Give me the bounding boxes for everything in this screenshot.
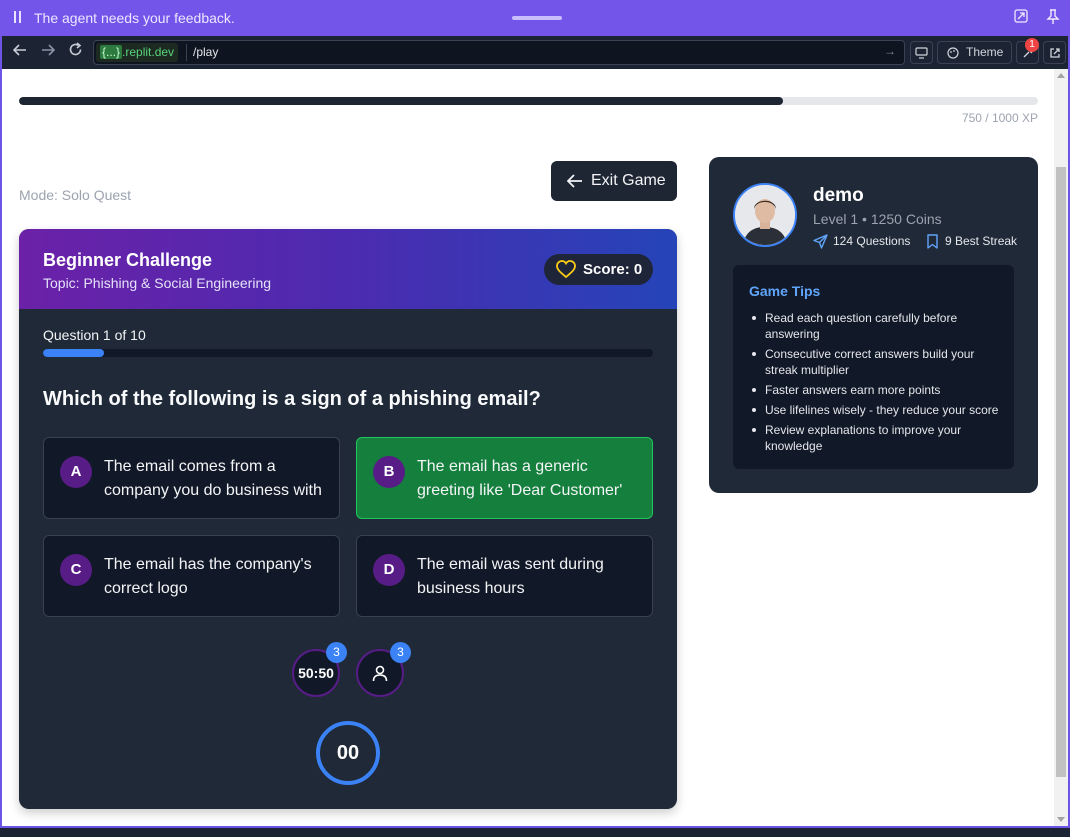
option-text: The email has the company's correct logo [104, 556, 312, 597]
user-icon [372, 665, 388, 682]
game-tips-title: Game Tips [749, 283, 821, 299]
option-text: The email has a generic greeting like 'D… [417, 458, 623, 499]
theme-button[interactable]: Theme [937, 41, 1012, 64]
answer-option-b[interactable]: B The email has a generic greeting like … [356, 437, 653, 519]
url-path: /play [193, 45, 219, 59]
questions-count: 124 Questions [833, 234, 911, 248]
option-letter: A [60, 456, 92, 488]
quiz-title: Beginner Challenge [43, 250, 213, 270]
answer-option-d[interactable]: D The email was sent during business hou… [356, 535, 653, 617]
question-counter: Question 1 of 10 [43, 327, 146, 343]
option-letter: C [60, 554, 92, 586]
score-badge: Score: 0 [544, 254, 653, 285]
fifty-fifty-label: 50:50 [298, 665, 334, 681]
xp-text: 750 / 1000 XP [961, 111, 1038, 125]
url-domain: {...} .replit.dev [96, 43, 179, 62]
option-text: The email was sent during business hours [417, 556, 604, 597]
answer-option-c[interactable]: C The email has the company's correct lo… [43, 535, 340, 617]
answer-option-a[interactable]: A The email comes from a company you do … [43, 437, 340, 519]
heart-icon [556, 260, 576, 279]
theme-label: Theme [966, 45, 1004, 59]
forward-icon[interactable] [38, 42, 58, 62]
notification-badge: 1 [1025, 38, 1039, 52]
lifeline-count-badge: 3 [390, 642, 411, 663]
option-letter: D [373, 554, 405, 586]
game-mode: Mode: Solo Quest [19, 187, 132, 203]
back-icon[interactable] [10, 42, 30, 62]
game-tips-list: Read each question carefully before answ… [749, 310, 1003, 458]
streak-stat: 9 Best Streak [926, 234, 1018, 249]
tip-item: Consecutive correct answers build your s… [749, 346, 1003, 378]
app-page: 750 / 1000 XP Mode: Solo Quest Exit Game… [2, 69, 1068, 826]
profile-card: demo Level 1 • 1250 Coins 124 Questions … [709, 157, 1038, 493]
scroll-up-arrow[interactable] [1057, 73, 1065, 78]
player-level: Level 1 • 1250 Coins [813, 211, 942, 227]
open-external-icon[interactable] [1043, 41, 1066, 64]
palette-icon [947, 47, 959, 59]
option-text: The email comes from a company you do bu… [104, 458, 322, 499]
exit-game-button[interactable]: Exit Game [551, 161, 677, 201]
pin-icon[interactable] [1044, 9, 1062, 27]
reload-icon[interactable] [65, 42, 85, 62]
exit-game-label: Exit Game [591, 172, 666, 189]
arrow-left-icon [567, 174, 582, 188]
game-tips-panel: Game Tips Read each question carefully b… [733, 265, 1014, 469]
question-progress-bar [43, 349, 653, 357]
page-scrollbar[interactable] [1054, 69, 1068, 826]
tip-item: Use lifelines wisely - they reduce your … [749, 402, 1003, 418]
option-letter: B [373, 456, 405, 488]
drag-handle[interactable] [512, 16, 562, 20]
countdown-timer: 00 [316, 721, 380, 785]
lifeline-count-badge: 3 [326, 642, 347, 663]
agent-message: The agent needs your feedback. [34, 10, 235, 26]
devices-icon[interactable] [910, 41, 933, 64]
avatar [733, 183, 797, 247]
expand-icon[interactable] [1012, 9, 1030, 27]
browser-toolbar: {...} .replit.dev /play → Theme [0, 36, 1070, 69]
xp-progress-bar [19, 97, 1038, 105]
tip-item: Faster answers earn more points [749, 382, 1003, 398]
questions-stat: 124 Questions [813, 234, 911, 249]
pause-icon[interactable] [12, 11, 22, 25]
score-text: Score: 0 [583, 261, 643, 278]
bottom-strip [0, 826, 1070, 837]
ask-friend-lifeline-button[interactable]: 3 [356, 642, 411, 697]
bookmark-icon [927, 234, 938, 249]
scroll-down-arrow[interactable] [1057, 817, 1065, 822]
quiz-header: Beginner Challenge Topic: Phishing & Soc… [19, 229, 677, 309]
quiz-topic: Topic: Phishing & Social Engineering [43, 275, 272, 291]
go-arrow-icon[interactable]: → [884, 44, 896, 58]
quiz-card: Beginner Challenge Topic: Phishing & Soc… [19, 229, 677, 809]
fifty-fifty-lifeline-button[interactable]: 50:50 3 [292, 642, 347, 697]
best-streak: 9 Best Streak [945, 234, 1018, 248]
send-icon [813, 234, 828, 249]
player-name: demo [813, 185, 864, 206]
scrollbar-thumb[interactable] [1056, 167, 1066, 777]
tip-item: Read each question carefully before answ… [749, 310, 1003, 342]
tip-item: Review explanations to improve your know… [749, 422, 1003, 454]
url-bar[interactable]: {...} .replit.dev /play → [93, 40, 905, 65]
agent-feedback-bar: The agent needs your feedback. [0, 0, 1070, 36]
question-text: Which of the following is a sign of a ph… [43, 388, 541, 410]
